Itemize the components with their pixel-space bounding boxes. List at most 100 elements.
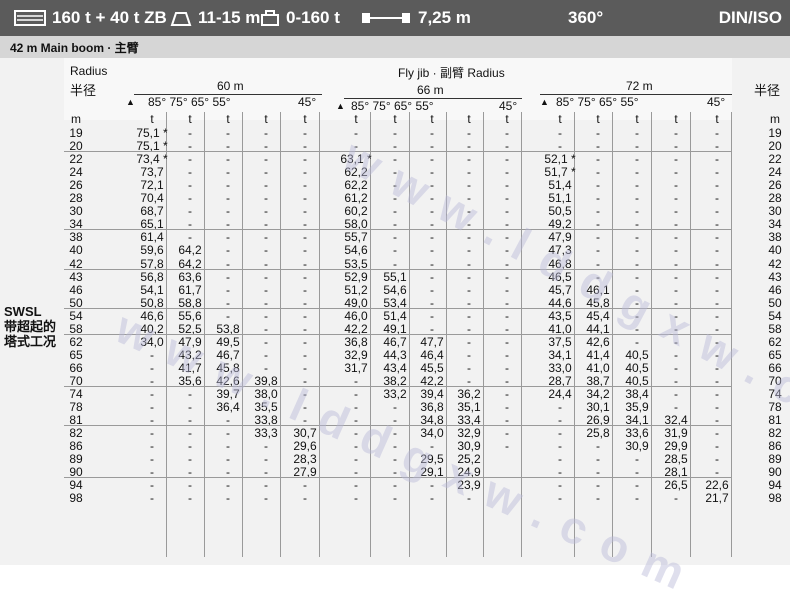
load-value-cell: 41,0 bbox=[586, 360, 610, 375]
load-value-cell: - bbox=[188, 165, 192, 180]
load-value-cell: - bbox=[150, 387, 154, 401]
load-value-cell: - bbox=[635, 152, 639, 167]
load-value-cell: - bbox=[354, 491, 358, 506]
load-value-cell: - bbox=[188, 478, 192, 493]
load-value-cell: 43,4 bbox=[383, 360, 407, 375]
load-value-cell: - bbox=[264, 452, 268, 467]
load-value-cell: - bbox=[505, 360, 509, 375]
radius-cell: 30 bbox=[69, 204, 83, 219]
load-value-cell: - bbox=[715, 178, 719, 193]
load-value-cell: 34,2 bbox=[586, 387, 610, 401]
radius-cell-right: 58 bbox=[768, 321, 782, 336]
radius-cell-right: 54 bbox=[768, 308, 782, 323]
load-value-cell: - bbox=[635, 126, 639, 140]
load-value-cell: - bbox=[188, 452, 192, 467]
load-value-cell: - bbox=[505, 152, 509, 167]
load-value-cell: - bbox=[303, 269, 307, 284]
load-value-cell: 39,4 bbox=[420, 387, 444, 401]
radius-cell-right: 94 bbox=[768, 478, 782, 493]
load-value-cell: - bbox=[674, 269, 678, 284]
load-value-cell: - bbox=[715, 191, 719, 206]
load-value-cell: - bbox=[226, 269, 230, 284]
load-value-cell: 55,1 bbox=[383, 269, 407, 284]
group1-length: 60 m bbox=[217, 79, 244, 93]
radius-cell: 43 bbox=[69, 269, 83, 284]
load-value-cell: - bbox=[430, 308, 434, 323]
load-value-cell: - bbox=[393, 243, 397, 258]
load-spec: 0-160 t bbox=[260, 8, 340, 28]
load-value-cell: - bbox=[430, 282, 434, 297]
load-value-cell: - bbox=[303, 334, 307, 349]
load-value-cell: - bbox=[635, 191, 639, 206]
group2-angles: 85° 75° 65° 55° bbox=[351, 99, 434, 113]
load-value-cell: - bbox=[226, 178, 230, 193]
load-value-cell: - bbox=[303, 191, 307, 206]
load-value-cell: 64,2 bbox=[178, 243, 202, 258]
load-value-cell: - bbox=[264, 282, 268, 297]
load-value-cell: - bbox=[264, 126, 268, 140]
load-value-cell: - bbox=[264, 334, 268, 349]
capacity-text: 160 t + 40 t ZB bbox=[52, 8, 167, 27]
load-value-cell: - bbox=[467, 308, 471, 323]
load-value-cell: - bbox=[596, 152, 600, 167]
swsl-label-line: 带超起的 bbox=[4, 319, 57, 334]
load-value-cell: 30,9 bbox=[625, 439, 649, 454]
load-value-cell: - bbox=[635, 230, 639, 245]
load-value-cell: 33,0 bbox=[548, 360, 572, 375]
load-value-cell: - bbox=[505, 347, 509, 362]
load-value-cell: - bbox=[674, 191, 678, 206]
load-value-cell: - bbox=[467, 152, 471, 167]
load-value-cell: 25,8 bbox=[586, 426, 610, 441]
load-value-cell: - bbox=[467, 334, 471, 349]
load-value-cell: 37,5 bbox=[548, 334, 572, 349]
load-value-cell: - bbox=[715, 400, 719, 415]
load-value-cell: - bbox=[188, 439, 192, 454]
load-value-cell: - bbox=[264, 165, 268, 180]
load-value-cell: - bbox=[226, 165, 230, 180]
load-value-cell: 22,6 bbox=[705, 478, 729, 493]
load-value-cell: - bbox=[226, 308, 230, 323]
load-value-cell: - bbox=[596, 439, 600, 454]
load-value-cell: - bbox=[558, 452, 562, 467]
load-value-cell: - bbox=[467, 360, 471, 375]
load-value-cell: - bbox=[354, 478, 358, 493]
load-value-cell: 28,3 bbox=[293, 452, 317, 467]
load-value-cell: - bbox=[505, 126, 509, 140]
load-value-cell: - bbox=[188, 400, 192, 415]
load-value-cell: 28,5 bbox=[664, 452, 688, 467]
load-value-cell: 44,3 bbox=[383, 347, 407, 362]
radius-cell: 38 bbox=[69, 230, 83, 245]
load-value-cell: - bbox=[715, 243, 719, 258]
load-value-cell: 63,6 bbox=[178, 269, 202, 284]
load-value-cell: - bbox=[505, 387, 509, 401]
load-value-cell: - bbox=[467, 282, 471, 297]
load-value-cell: 47,7 bbox=[420, 334, 444, 349]
slew-spec: 360° bbox=[568, 8, 603, 28]
load-value-cell: - bbox=[674, 126, 678, 140]
swsl-label-line: 塔式工况 bbox=[4, 334, 57, 349]
swsl-label: SWSL 带超起的 塔式工况 bbox=[4, 304, 56, 349]
radius-cell-right: 24 bbox=[768, 165, 782, 180]
load-value-cell: 51,2 bbox=[344, 282, 368, 297]
radius-cell: 82 bbox=[69, 426, 83, 441]
load-value-cell: - bbox=[558, 400, 562, 415]
load-value-cell: - bbox=[635, 478, 639, 493]
load-value-cell: - bbox=[264, 308, 268, 323]
load-value-cell: - bbox=[226, 491, 230, 506]
load-value-cell: - bbox=[635, 204, 639, 219]
load-value-cell: - bbox=[505, 165, 509, 180]
load-value-cell: - bbox=[150, 400, 154, 415]
track-width-icon bbox=[362, 13, 410, 23]
load-value-cell: 46,0 bbox=[344, 308, 368, 323]
load-value-cell: - bbox=[715, 230, 719, 245]
load-value-cell: - bbox=[150, 452, 154, 467]
load-value-cell: - bbox=[674, 178, 678, 193]
load-value-cell: - bbox=[226, 478, 230, 493]
load-value-cell: - bbox=[505, 400, 509, 415]
triangle-marker-icon: ▲ bbox=[540, 97, 549, 107]
load-value-cell: - bbox=[558, 126, 562, 140]
load-value-cell: - bbox=[393, 491, 397, 506]
load-value-cell: - bbox=[226, 126, 230, 140]
unit-m-label-right: m bbox=[770, 112, 780, 126]
radius-label-zh: 半径 bbox=[70, 83, 97, 98]
